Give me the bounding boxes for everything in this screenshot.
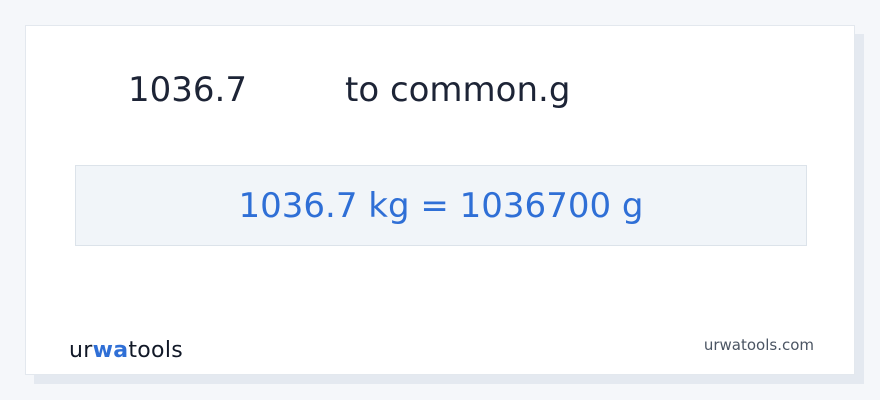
brand-logo: urwatools — [69, 338, 183, 364]
site-url: urwatools.com — [703, 336, 814, 354]
result-text: 1036.7 kg = 1036700 g — [238, 185, 644, 226]
input-value: 1036.7 — [128, 70, 247, 110]
logo-suffix: tools — [128, 338, 183, 363]
result-box: 1036.7 kg = 1036700 g — [75, 165, 807, 246]
logo-prefix: ur — [69, 338, 93, 363]
page-stage: 1036.7 to common.g 1036.7 kg = 1036700 g… — [0, 0, 880, 400]
target-unit-label: to common.g — [345, 70, 571, 110]
conversion-card: 1036.7 to common.g 1036.7 kg = 1036700 g… — [25, 25, 855, 375]
logo-accent: wa — [92, 338, 129, 363]
